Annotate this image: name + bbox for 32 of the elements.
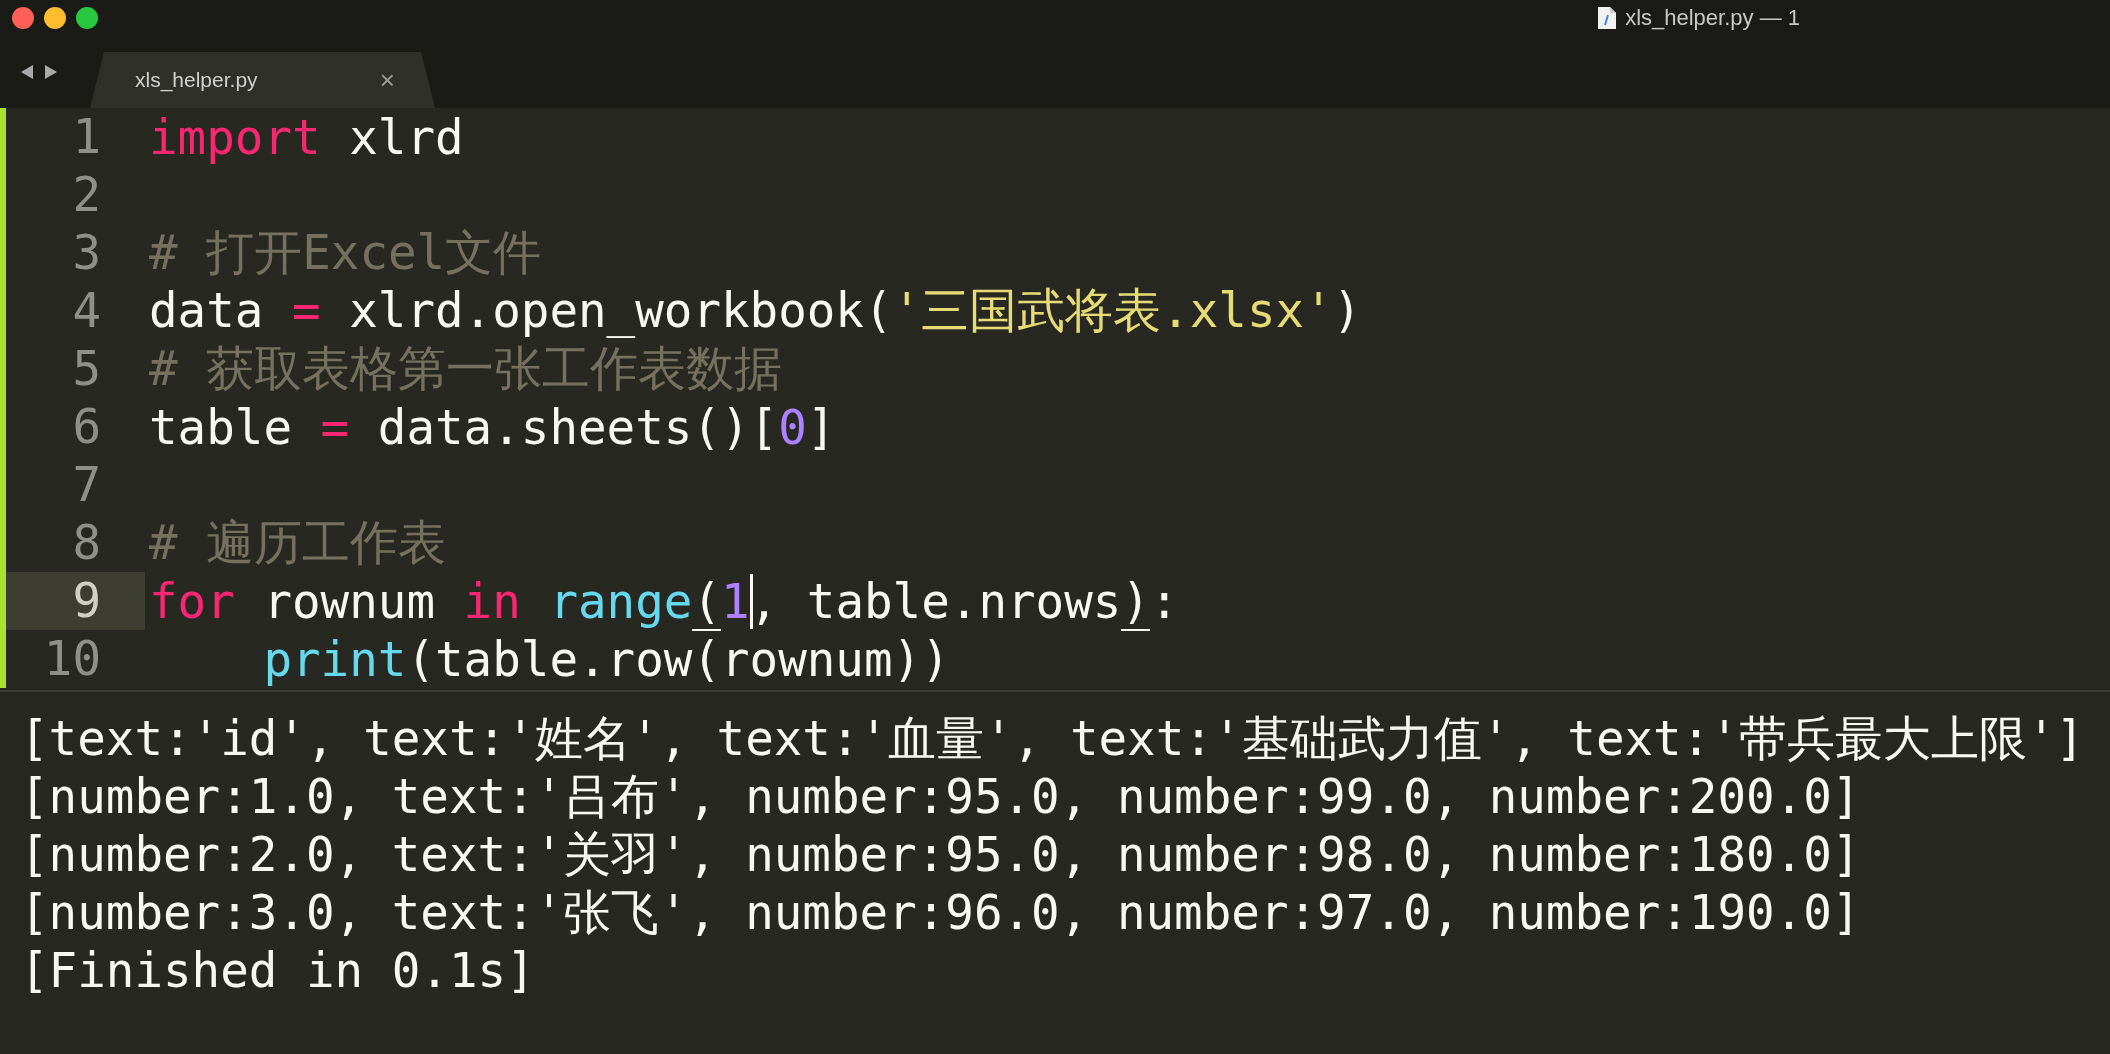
maximize-window-button[interactable] [76, 7, 98, 29]
line-number: 4 [71, 282, 102, 340]
line-number: 8 [71, 514, 102, 572]
output-line: [number:3.0, text:'张飞', number:96.0, number:97.0, number:190.0] [20, 884, 1861, 942]
file-icon [1597, 6, 1618, 30]
line-number: 6 [71, 398, 102, 456]
back-arrow-icon[interactable] [20, 64, 34, 80]
code-line: table = data.sheets()[0] [148, 399, 836, 455]
output-line: [number:2.0, text:'关羽', number:95.0, number:98.0, number:180.0] [20, 826, 1861, 884]
line-number: 1 [71, 108, 102, 166]
code-line: for rownum in range(1, table.nrows): [148, 573, 1179, 629]
code-line: import xlrd [148, 109, 464, 165]
code-line: # 遍历工作表 [148, 514, 447, 572]
close-tab-button[interactable]: × [379, 64, 395, 96]
code-line: # 打开Excel文件 [148, 224, 542, 282]
close-window-button[interactable] [12, 7, 34, 29]
line-number: 3 [71, 224, 102, 282]
code-line: print(table.row(rownum)) [262, 631, 950, 687]
forward-arrow-icon[interactable] [44, 64, 58, 80]
line-number: 7 [71, 456, 102, 514]
output-line: [text:'id', text:'姓名', text:'血量', text:'基础武力值', text:'带兵最大上限'] [20, 710, 2085, 768]
output-line: [Finished in 0.1s] [20, 942, 535, 1000]
output-line: [number:1.0, text:'吕布', number:95.0, number:99.0, number:200.0] [20, 768, 1861, 826]
line-number: 9 [6, 572, 145, 630]
line-number: 10 [42, 630, 102, 688]
minimize-window-button[interactable] [44, 7, 66, 29]
line-number: 5 [71, 340, 102, 398]
line-number: 2 [71, 166, 102, 224]
file-tab[interactable]: xls_helper.py × [90, 52, 435, 108]
window-title: xls_helper.py — 1 [1625, 5, 1800, 31]
code-line: # 获取表格第一张工作表数据 [148, 340, 783, 398]
code-line: data = xlrd.open_workbook('三国武将表.xlsx') [148, 282, 1362, 340]
